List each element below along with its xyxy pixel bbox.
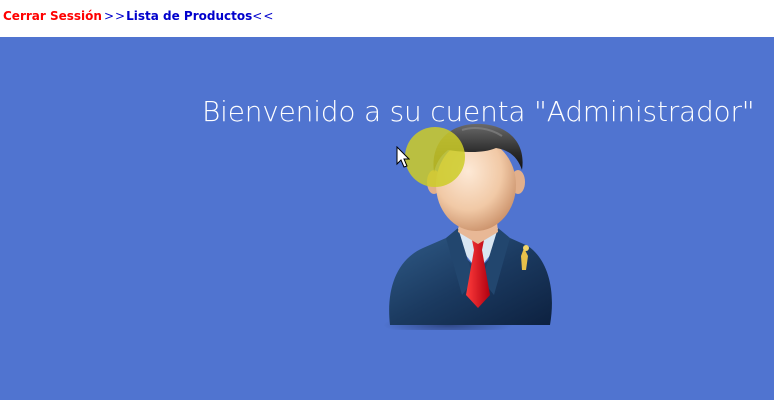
product-list-link[interactable]: >>Lista de Productos<<: [104, 9, 274, 23]
mouse-cursor-icon: [396, 146, 410, 168]
link-prefix-arrows: >>: [104, 9, 127, 23]
link-suffix-arrows: <<: [252, 9, 275, 23]
logout-link[interactable]: Cerrar Sessión: [3, 9, 102, 23]
top-nav-bar: Cerrar Sessión >>Lista de Productos<<: [0, 0, 774, 37]
click-highlight: [405, 127, 465, 187]
product-list-label: Lista de Productos: [126, 9, 253, 23]
